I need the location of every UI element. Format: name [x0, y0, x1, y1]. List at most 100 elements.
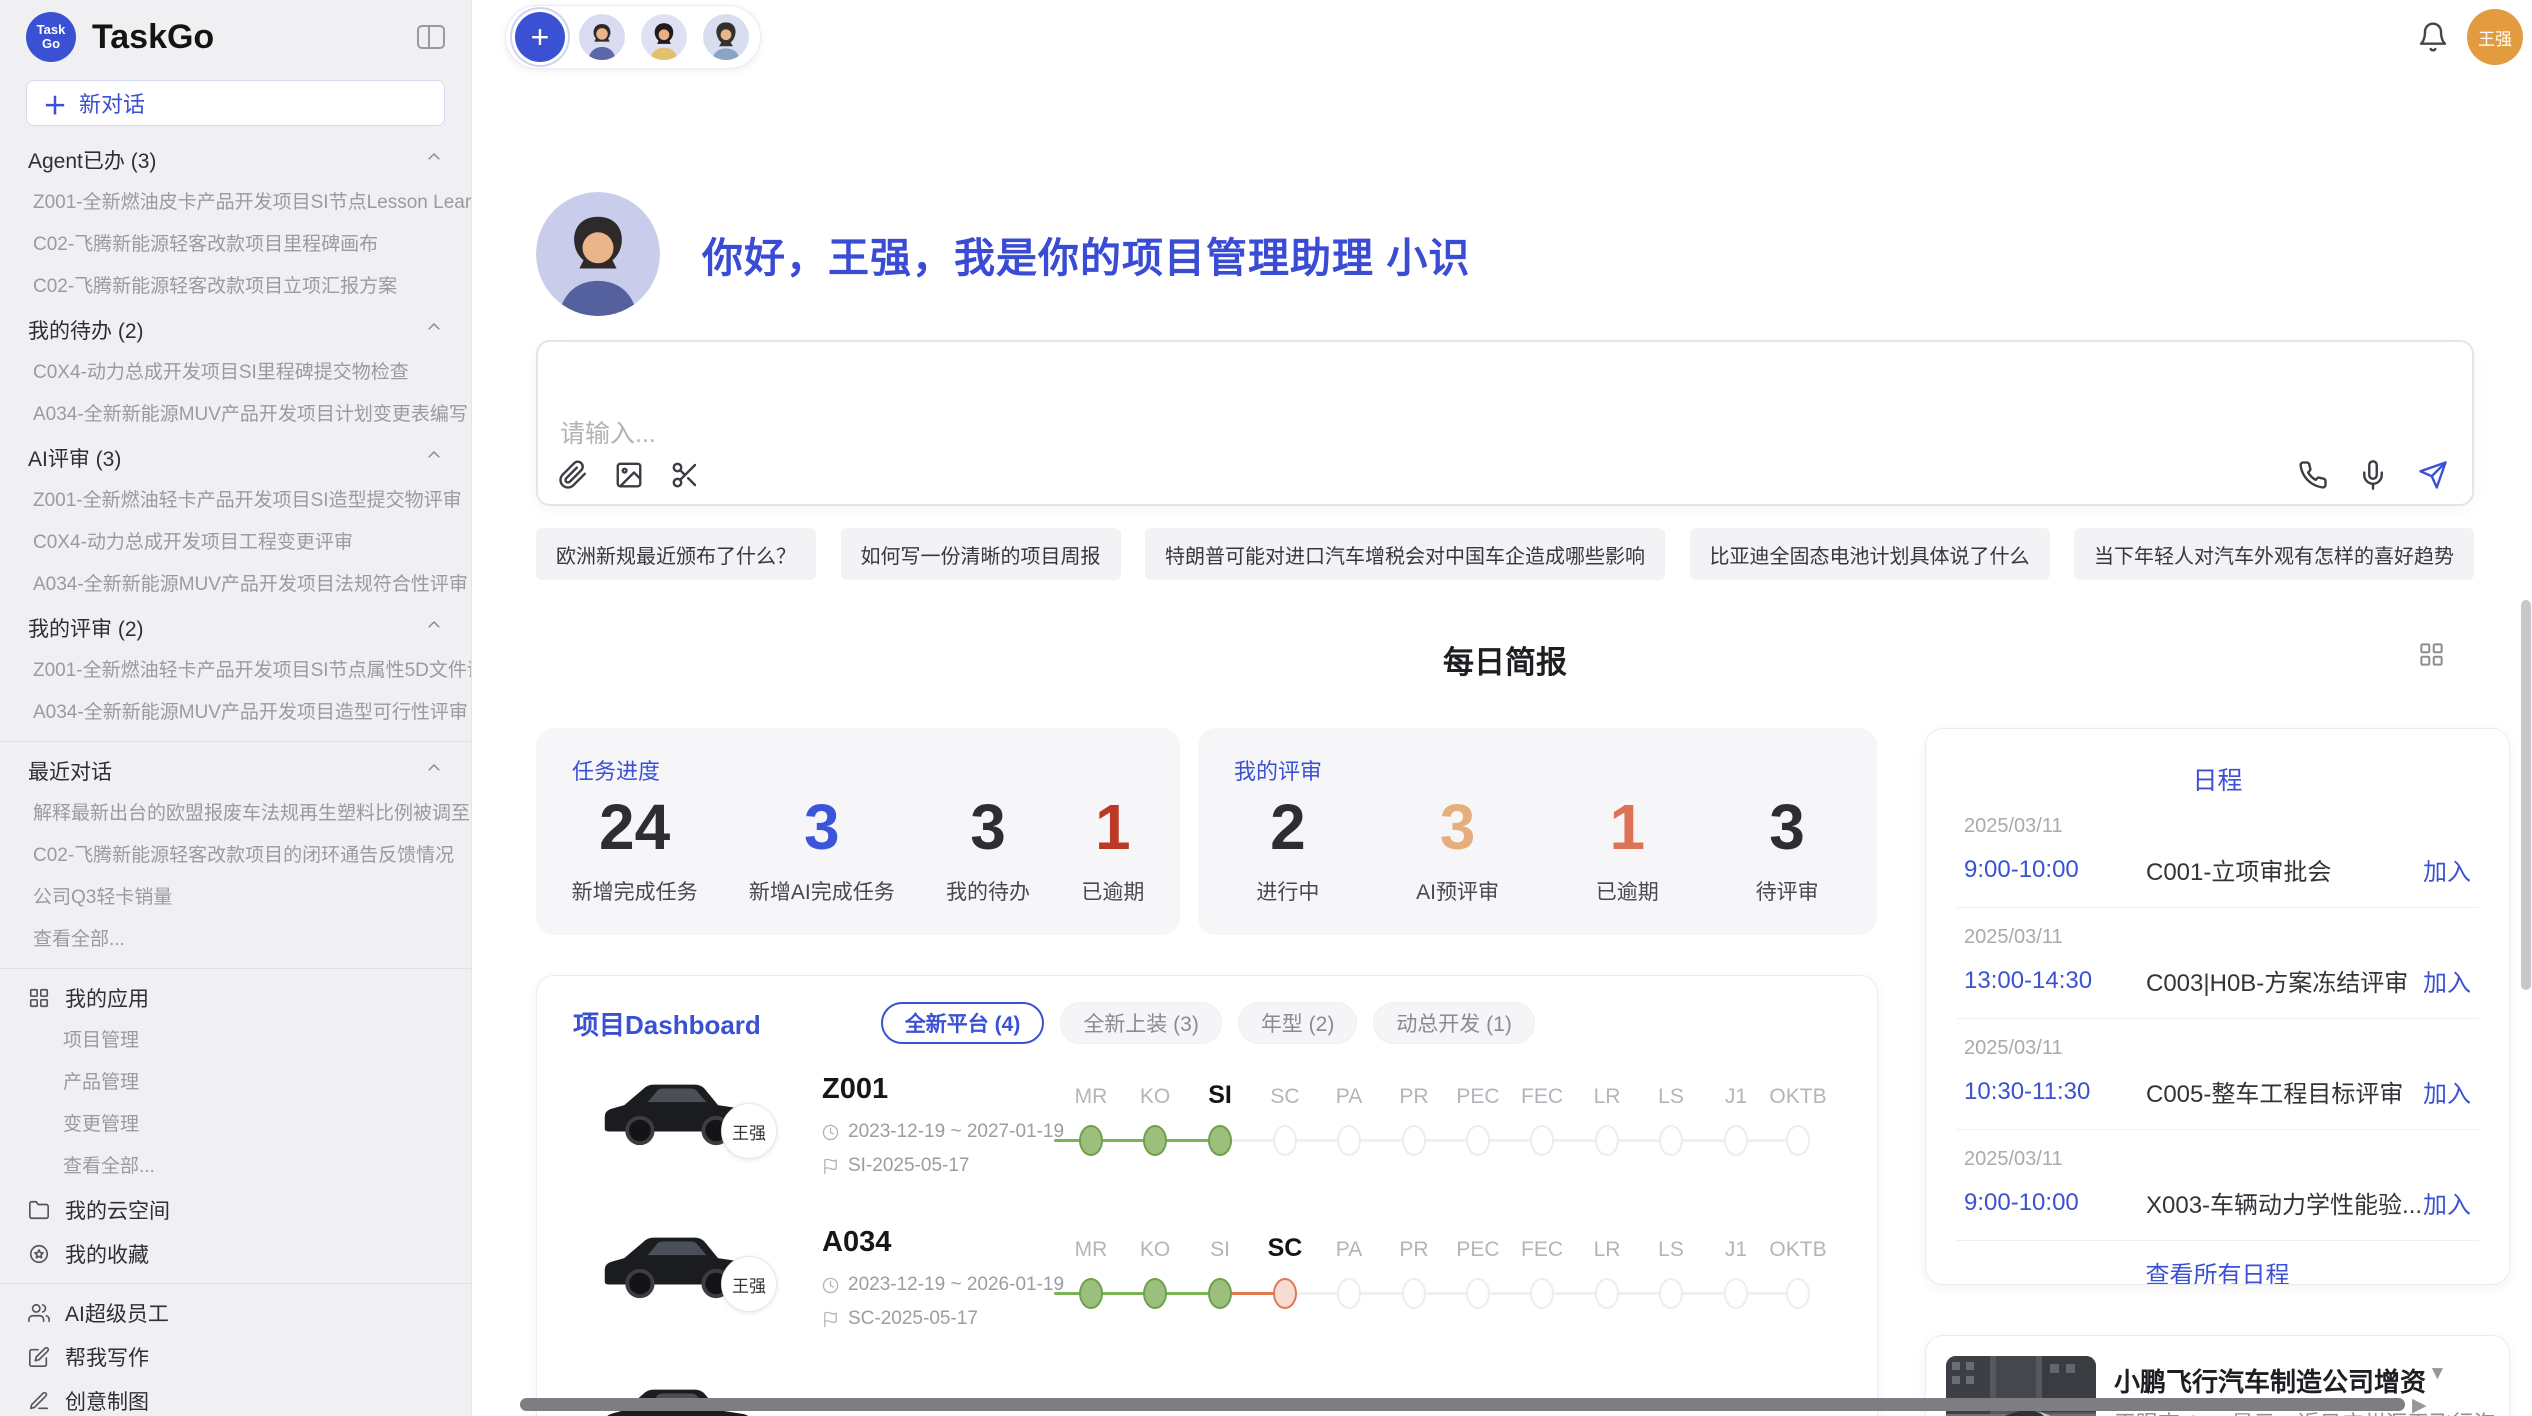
recent-chat-item[interactable]: 公司Q3轻卡销量: [0, 877, 471, 919]
dashboard-header: 项目Dashboard 全新平台 (4) 全新上装 (3) 年型 (2) 动总开…: [537, 976, 1877, 1044]
project-row[interactable]: 王强 Z001 2023-12-19 ~ 2027-01-19 SI-2025-…: [537, 1067, 1877, 1219]
stat-my-todo: 3 我的待办: [946, 792, 1030, 906]
join-button[interactable]: 加入: [2423, 1185, 2471, 1220]
project-code: A034: [822, 1226, 891, 1259]
send-icon[interactable]: [2418, 460, 2448, 490]
notification-bell-icon[interactable]: [2417, 21, 2449, 53]
recent-view-all[interactable]: 查看全部...: [0, 919, 471, 961]
horizontal-scrollbar[interactable]: [520, 1398, 2405, 1411]
milestone-label-current: SC: [1268, 1234, 1303, 1263]
milestone-label: MR: [1075, 1085, 1108, 1109]
sidebar-item-favorites[interactable]: 我的收藏: [0, 1232, 471, 1276]
apps-view-all[interactable]: 查看全部...: [0, 1146, 471, 1188]
milestone-label: PR: [1399, 1238, 1428, 1262]
view-all-schedule-link[interactable]: 查看所有日程: [1926, 1255, 2509, 1285]
milestone-dot-done: [1143, 1278, 1167, 1309]
sidebar-item[interactable]: A034-全新新能源MUV产品开发项目法规符合性评审: [0, 564, 471, 606]
attachment-icon[interactable]: [558, 460, 588, 490]
milestone-label: SC: [1270, 1085, 1299, 1109]
schedule-item: 2025/03/11 13:00-14:30 C003|H0B-方案冻结评审 加…: [1926, 908, 2509, 1018]
sidebar-item[interactable]: A034-全新新能源MUV产品开发项目计划变更表编写: [0, 394, 471, 436]
stat-value: 1: [1081, 792, 1144, 862]
tab-new-body[interactable]: 全新上装 (3): [1060, 1002, 1222, 1044]
layout-grid-icon[interactable]: [2418, 641, 2445, 668]
milestone-dot-done: [1208, 1278, 1232, 1309]
tab-new-platform[interactable]: 全新平台 (4): [881, 1002, 1045, 1044]
chevron-up-icon: [425, 148, 443, 172]
flag-icon: [822, 1158, 839, 1175]
suggestion-chip[interactable]: 欧洲新规最近颁布了什么？: [536, 528, 816, 580]
app-link-project[interactable]: 项目管理: [0, 1020, 471, 1062]
sidebar-section-my-todo[interactable]: 我的待办 (2): [0, 308, 471, 352]
milestone-dot: [1786, 1125, 1810, 1156]
divider: [0, 741, 471, 742]
stat-value: 24: [572, 792, 698, 862]
agent-avatar[interactable]: [577, 12, 627, 62]
stat-value: 3: [1756, 792, 1819, 862]
scissors-icon[interactable]: [670, 460, 700, 490]
sidebar-section-ai-review[interactable]: AI评审 (3): [0, 436, 471, 480]
new-chat-button[interactable]: ＋ 新对话: [26, 80, 445, 126]
sidebar-item-creative-draw[interactable]: 创意制图: [0, 1379, 471, 1416]
milestone-dot: [1337, 1278, 1361, 1309]
sidebar-item[interactable]: C02-飞腾新能源轻客改款项目里程碑画布: [0, 224, 471, 266]
tab-year-model[interactable]: 年型 (2): [1238, 1002, 1358, 1044]
suggestion-chip[interactable]: 如何写一份清晰的项目周报: [841, 528, 1121, 580]
vertical-scrollbar[interactable]: [2521, 600, 2531, 990]
scroll-right-arrow[interactable]: ▶: [2412, 1394, 2427, 1416]
sidebar-item[interactable]: A034-全新新能源MUV产品开发项目造型可行性评审: [0, 692, 471, 734]
daily-briefing-title: 每日简报: [536, 637, 2474, 682]
sidebar-section-recent[interactable]: 最近对话: [0, 749, 471, 793]
suggestion-chip[interactable]: 当下年轻人对汽车外观有怎样的喜好趋势: [2074, 528, 2474, 580]
sidebar-section-my-review[interactable]: 我的评审 (2): [0, 606, 471, 650]
microphone-icon[interactable]: [2358, 460, 2388, 490]
sidebar-item-ai-employee[interactable]: AI超级员工: [0, 1291, 471, 1335]
news-title: 小鹏飞行汽车制造公司增资: [2114, 1362, 2426, 1399]
sidebar-item-my-apps[interactable]: 我的应用: [0, 976, 471, 1020]
divider: [0, 968, 471, 969]
app-window: Task Go TaskGo ＋ 新对话 Agent已办 (3) Z001-全新…: [0, 0, 2532, 1416]
project-flag-milestone: SC-2025-05-17: [822, 1308, 978, 1330]
sidebar-item[interactable]: Z001-全新燃油轻卡产品开发项目SI节点属性5D文件评审: [0, 650, 471, 692]
recent-chat-item[interactable]: C02-飞腾新能源轻客改款项目的闭环通告反馈情况: [0, 835, 471, 877]
sidebar-item[interactable]: Z001-全新燃油轻卡产品开发项目SI造型提交物评审: [0, 480, 471, 522]
milestone-dot: [1530, 1125, 1554, 1156]
cloud-space-label: 我的云空间: [65, 1195, 170, 1225]
milestone-dot: [1466, 1278, 1490, 1309]
schedule-event: C005-整车工程目标评审: [2146, 1074, 2423, 1109]
project-row[interactable]: 王强 A034 2023-12-19 ~ 2026-01-19 SC-2025-…: [537, 1220, 1877, 1372]
app-link-product[interactable]: 产品管理: [0, 1062, 471, 1104]
recent-chat-item[interactable]: 解释最新出台的欧盟报废车法规再生塑料比例被调至15%...: [0, 793, 471, 835]
sidebar-section-agent-done[interactable]: Agent已办 (3): [0, 138, 471, 182]
image-icon[interactable]: [614, 460, 644, 490]
my-review-card: 我的评审 2 进行中 3 AI预评审 1 已逾期 3 待评审: [1198, 728, 1877, 935]
app-link-change[interactable]: 变更管理: [0, 1104, 471, 1146]
milestone-label: OKTB: [1769, 1238, 1826, 1262]
sidebar-item-help-write[interactable]: 帮我写作: [0, 1335, 471, 1379]
join-button[interactable]: 加入: [2423, 852, 2471, 887]
sidebar-item[interactable]: C02-飞腾新能源轻客改款项目立项汇报方案: [0, 266, 471, 308]
add-agent-button[interactable]: +: [515, 12, 565, 62]
agent-avatar[interactable]: [639, 12, 689, 62]
agent-avatar[interactable]: [701, 12, 751, 62]
chat-composer[interactable]: 请输入...: [536, 340, 2474, 506]
sidebar-item-cloud-space[interactable]: 我的云空间: [0, 1188, 471, 1232]
sidebar-item[interactable]: Z001-全新燃油皮卡产品开发项目SI节点Lesson Learn报告: [0, 182, 471, 224]
stat-label: 新增完成任务: [572, 876, 698, 906]
suggestion-chip[interactable]: 特朗普可能对进口汽车增税会对中国车企造成哪些影响: [1145, 528, 1665, 580]
milestone-dot: [1724, 1278, 1748, 1309]
collapse-sidebar-icon[interactable]: [417, 25, 445, 49]
sidebar-item[interactable]: C0X4-动力总成开发项目工程变更评审: [0, 522, 471, 564]
user-avatar[interactable]: 王强: [2467, 9, 2523, 65]
milestone-dot: [1337, 1125, 1361, 1156]
suggestion-chip[interactable]: 比亚迪全固态电池计划具体说了什么: [1690, 528, 2050, 580]
project-date-range: 2023-12-19 ~ 2026-01-19: [822, 1274, 1064, 1296]
join-button[interactable]: 加入: [2423, 963, 2471, 998]
schedule-date: 2025/03/11: [1964, 1037, 2471, 1060]
milestone-dot-done: [1143, 1125, 1167, 1156]
sidebar-item[interactable]: C0X4-动力总成开发项目SI里程碑提交物检查: [0, 352, 471, 394]
join-button[interactable]: 加入: [2423, 1074, 2471, 1109]
scroll-down-arrow[interactable]: ▼: [2428, 1363, 2447, 1385]
tab-powertrain[interactable]: 动总开发 (1): [1373, 1002, 1535, 1044]
phone-icon[interactable]: [2298, 460, 2328, 490]
